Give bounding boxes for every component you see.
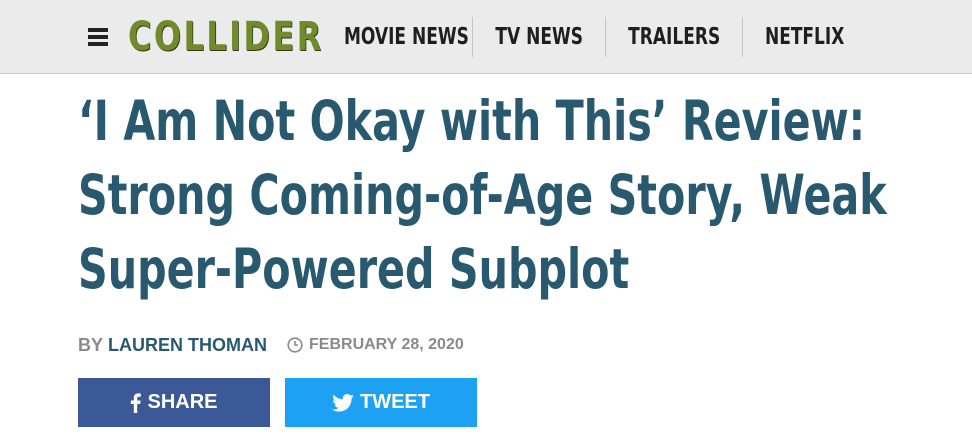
main-nav: MOVIE NEWS TV NEWS TRAILERS NETFLIX [340,14,867,60]
nav-item-movie-news[interactable]: MOVIE NEWS [326,16,486,58]
nav-item-netflix[interactable]: NETFLIX [748,16,863,58]
publish-date: FEBRUARY 28, 2020 [309,336,464,353]
author-link[interactable]: LAUREN THOMAN [108,335,267,356]
tweet-button-label: TWEET [360,391,430,413]
facebook-icon [130,392,142,413]
site-logo[interactable]: COLLIDER [128,11,324,63]
share-button-label: SHARE [147,391,218,413]
article-title: ‘I Am Not Okay with This’ Review: Strong… [78,89,887,301]
site-header: COLLIDER MOVIE NEWS TV NEWS TRAILERS NET… [0,0,972,74]
nav-item-trailers[interactable]: TRAILERS [610,16,738,58]
hamburger-menu-icon[interactable] [88,28,108,46]
article-byline: BY LAUREN THOMAN FEBRUARY 28, 2020 [78,333,464,357]
twitter-tweet-button[interactable]: TWEET [285,378,477,427]
facebook-share-button[interactable]: SHARE [78,378,270,427]
twitter-icon [332,393,354,412]
clock-icon [287,337,303,353]
nav-item-tv-news[interactable]: TV NEWS [477,16,600,58]
byline-prefix: BY [78,334,104,355]
